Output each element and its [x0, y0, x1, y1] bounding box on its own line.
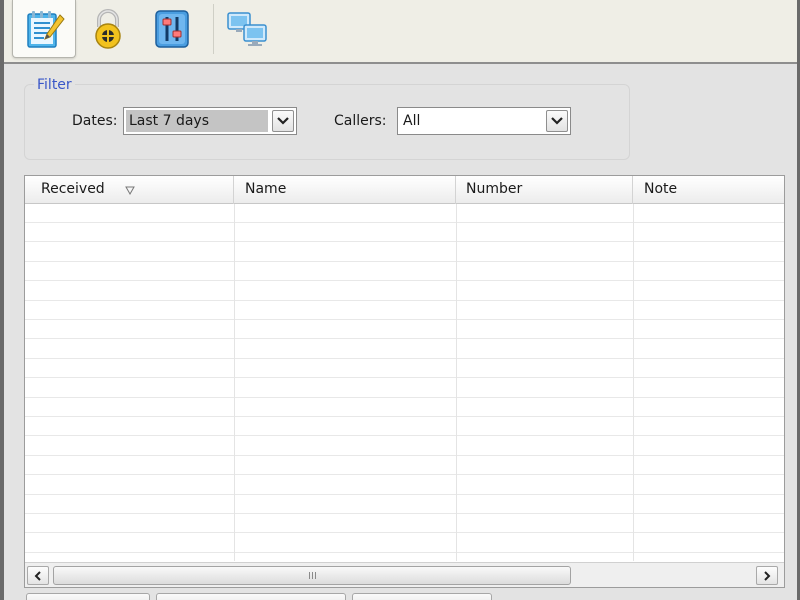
- bottom-button-3[interactable]: [352, 593, 492, 600]
- column-divider[interactable]: [233, 176, 234, 204]
- column-gridline: [633, 204, 634, 561]
- table-body[interactable]: [25, 204, 784, 561]
- dates-dropdown-button[interactable]: [272, 110, 294, 132]
- scrollbar-thumb[interactable]: [53, 566, 571, 585]
- column-gridline: [456, 204, 457, 561]
- callers-dropdown-button[interactable]: [546, 110, 568, 132]
- filter-legend: Filter: [34, 77, 75, 93]
- table-row[interactable]: [25, 359, 784, 379]
- scroll-right-button[interactable]: [756, 566, 778, 585]
- call-log-table[interactable]: Received Name Number Note: [24, 175, 785, 588]
- table-row[interactable]: [25, 262, 784, 282]
- network-computers-icon: [227, 12, 267, 46]
- column-divider[interactable]: [632, 176, 633, 204]
- app-window: Filter Dates: Last 7 days Callers: All R…: [0, 0, 800, 600]
- table-row[interactable]: [25, 437, 784, 456]
- table-row[interactable]: [25, 417, 784, 437]
- call-log-toolbar-button[interactable]: [12, 0, 76, 58]
- table-row[interactable]: [25, 340, 784, 359]
- settings-sliders-icon: [155, 10, 189, 48]
- column-header-note[interactable]: Note: [644, 176, 677, 204]
- chevron-down-icon: [277, 117, 289, 125]
- bottom-button-2[interactable]: [156, 593, 346, 600]
- table-row[interactable]: [25, 495, 784, 514]
- sort-indicator-icon: [125, 186, 135, 195]
- scroll-left-button[interactable]: [27, 566, 49, 585]
- table-row[interactable]: [25, 476, 784, 495]
- dates-select-value: Last 7 days: [126, 110, 268, 132]
- chevron-left-icon: [34, 570, 41, 581]
- security-toolbar-button[interactable]: [76, 0, 140, 58]
- callers-select-value: All: [403, 113, 421, 129]
- horizontal-scrollbar[interactable]: [25, 562, 784, 587]
- call-log-notepad-icon: [27, 10, 65, 48]
- table-row[interactable]: [25, 282, 784, 301]
- table-header: Received Name Number Note: [25, 176, 784, 204]
- dates-label: Dates:: [72, 113, 118, 129]
- table-row[interactable]: [25, 514, 784, 534]
- chevron-right-icon: [764, 570, 771, 581]
- table-row[interactable]: [25, 398, 784, 417]
- callers-select[interactable]: All: [397, 107, 571, 135]
- table-row[interactable]: [25, 534, 784, 553]
- column-header-name[interactable]: Name: [245, 176, 286, 204]
- settings-toolbar-button[interactable]: [140, 0, 204, 58]
- table-row[interactable]: [25, 223, 784, 243]
- table-row[interactable]: [25, 243, 784, 262]
- dates-select[interactable]: Last 7 days: [123, 107, 297, 135]
- toolbar: [4, 0, 797, 64]
- table-row[interactable]: [25, 204, 784, 223]
- bottom-button-1[interactable]: [26, 593, 150, 600]
- network-toolbar-button[interactable]: [216, 0, 280, 58]
- padlock-icon: [95, 9, 121, 49]
- column-gridline: [234, 204, 235, 561]
- table-row[interactable]: [25, 320, 784, 340]
- table-row[interactable]: [25, 456, 784, 476]
- table-row[interactable]: [25, 379, 784, 398]
- table-row[interactable]: [25, 301, 784, 320]
- column-divider[interactable]: [455, 176, 456, 204]
- chevron-down-icon: [551, 117, 563, 125]
- toolbar-separator: [213, 4, 214, 54]
- column-header-received[interactable]: Received: [41, 176, 105, 204]
- callers-label: Callers:: [334, 113, 387, 129]
- column-header-number[interactable]: Number: [466, 176, 522, 204]
